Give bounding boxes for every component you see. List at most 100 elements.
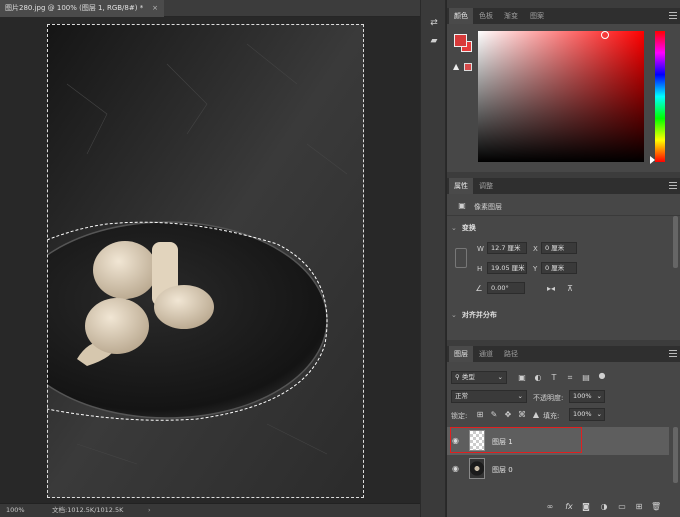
filter-pixel-icon[interactable]: ▣ bbox=[517, 373, 527, 383]
tab-layers[interactable]: 图层 bbox=[449, 346, 473, 362]
tab-adjustments[interactable]: 调整 bbox=[474, 178, 498, 194]
document-canvas[interactable] bbox=[47, 24, 364, 498]
lock-paint-icon[interactable]: ✎ bbox=[489, 410, 499, 420]
filter-adjustment-icon[interactable]: ◐ bbox=[533, 373, 543, 383]
filter-shape-icon[interactable]: ⌗ bbox=[565, 373, 575, 383]
layers-scrollbar[interactable] bbox=[673, 427, 678, 483]
foreground-color-swatch[interactable] bbox=[454, 34, 467, 47]
fx-icon[interactable]: fx bbox=[563, 502, 575, 512]
status-bar: 100% 文档:1012.5K/1012.5K › bbox=[0, 503, 420, 517]
align-section-title: 对齐并分布 bbox=[461, 311, 497, 319]
tab-color[interactable]: 颜色 bbox=[449, 8, 473, 24]
link-dimensions-icon[interactable] bbox=[455, 248, 467, 268]
lock-all-icon[interactable]: ▲ bbox=[531, 410, 541, 420]
opacity-value: 100% bbox=[573, 392, 592, 400]
filter-type-icon[interactable]: T bbox=[549, 373, 559, 383]
layers-bottom-toolbar: ∞ fx ◙ ◑ ▭ ⊞ 🗑 bbox=[447, 498, 680, 517]
lock-transparent-icon[interactable]: ⊞ bbox=[475, 410, 485, 420]
chevron-down-icon: ⌄ bbox=[596, 392, 602, 400]
document-tab[interactable]: 图片280.jpg @ 100% (图层 1, RGB/8#) * × bbox=[0, 0, 164, 17]
y-field[interactable]: 0 厘米 bbox=[541, 262, 577, 274]
width-field[interactable]: 12.7 厘米 bbox=[487, 242, 527, 254]
fill-label: 填充: bbox=[543, 412, 560, 420]
angle-icon: ∠ bbox=[475, 284, 483, 293]
link-icon[interactable]: ∞ bbox=[545, 502, 555, 512]
document-tab-bar: 图片280.jpg @ 100% (图层 1, RGB/8#) * × bbox=[0, 0, 420, 17]
eye-icon[interactable]: ◉ bbox=[452, 464, 464, 474]
chevron-down-icon: ⌄ bbox=[497, 373, 503, 381]
layers-panel-tabs: 图层 通道 路径 bbox=[447, 346, 680, 362]
chevron-down-icon: ⌄ bbox=[451, 311, 457, 319]
opacity-label: 不透明度: bbox=[533, 394, 564, 402]
color-picker-ring[interactable] bbox=[601, 31, 609, 39]
chevron-down-icon: ⌄ bbox=[596, 410, 602, 418]
panel-dock-strip: ⇄ ▰ bbox=[420, 0, 446, 517]
panel-menu-icon[interactable] bbox=[669, 182, 677, 189]
chevron-down-icon: ⌄ bbox=[517, 392, 523, 400]
y-label: Y bbox=[533, 265, 538, 273]
width-label: W bbox=[477, 245, 484, 253]
hue-slider-handle[interactable] bbox=[650, 156, 655, 164]
lock-position-icon[interactable]: ✥ bbox=[503, 410, 513, 420]
align-section-header[interactable]: ⌄ 对齐并分布 bbox=[451, 310, 497, 320]
properties-subtitle: 像素图层 bbox=[474, 203, 502, 211]
x-label: X bbox=[533, 245, 538, 253]
properties-header: ▣ 像素图层 bbox=[447, 194, 680, 216]
group-icon[interactable]: ▭ bbox=[617, 502, 627, 512]
trash-icon[interactable]: 🗑 bbox=[651, 502, 661, 512]
pixel-layer-icon: ▣ bbox=[458, 201, 466, 210]
filter-toggle-icon[interactable]: ● bbox=[597, 371, 607, 381]
adjustment-icon[interactable]: ◑ bbox=[599, 502, 609, 512]
gamut-warning-icon[interactable]: ▲ bbox=[453, 62, 459, 71]
search-icon: ⚲ bbox=[455, 373, 462, 381]
color-picker-field[interactable] bbox=[478, 31, 644, 162]
canvas-area[interactable] bbox=[0, 18, 420, 503]
status-menu-arrow-icon[interactable]: › bbox=[148, 504, 151, 517]
layer-filter-select[interactable]: ⚲ 类型 ⌄ bbox=[451, 371, 507, 384]
chevron-down-icon: ⌄ bbox=[451, 224, 457, 232]
properties-scrollbar[interactable] bbox=[673, 216, 678, 268]
layer-filter-label: 类型 bbox=[461, 373, 475, 381]
angle-field[interactable]: 0.00° bbox=[487, 282, 525, 294]
new-layer-icon[interactable]: ⊞ bbox=[634, 502, 644, 512]
history-icon[interactable]: ⇄ bbox=[426, 16, 442, 30]
canvas-selection-border bbox=[47, 24, 364, 498]
color-panel-tabs: 颜色 色板 渐变 图案 bbox=[447, 8, 680, 24]
properties-panel-tabs: 属性 调整 bbox=[447, 178, 680, 194]
fill-field[interactable]: 100% ⌄ bbox=[569, 408, 605, 421]
zoom-level[interactable]: 100% bbox=[6, 504, 25, 517]
tab-paths[interactable]: 路径 bbox=[499, 346, 523, 362]
hue-slider-strip[interactable] bbox=[655, 31, 665, 162]
height-field[interactable]: 19.05 厘米 bbox=[487, 262, 527, 274]
blend-mode-value: 正常 bbox=[455, 392, 468, 400]
x-field[interactable]: 0 厘米 bbox=[541, 242, 577, 254]
layer-name[interactable]: 图层 0 bbox=[492, 465, 513, 475]
lock-artboard-icon[interactable]: ⌘ bbox=[517, 410, 527, 420]
layer-thumbnail bbox=[469, 458, 485, 479]
filter-smart-object-icon[interactable]: ▤ bbox=[581, 373, 591, 383]
lock-label: 锁定: bbox=[451, 412, 468, 420]
tab-swatches[interactable]: 色板 bbox=[474, 8, 498, 24]
mask-icon[interactable]: ◙ bbox=[581, 502, 591, 512]
tab-patterns[interactable]: 图案 bbox=[525, 8, 549, 24]
panel-menu-icon[interactable] bbox=[669, 12, 677, 19]
document-size-info[interactable]: 文档:1012.5K/1012.5K bbox=[52, 504, 123, 517]
tab-channels[interactable]: 通道 bbox=[474, 346, 498, 362]
panel-menu-icon[interactable] bbox=[669, 350, 677, 357]
tab-gradients[interactable]: 渐变 bbox=[499, 8, 523, 24]
tab-properties[interactable]: 属性 bbox=[449, 178, 473, 194]
selected-layer-highlight bbox=[450, 427, 582, 453]
flip-horizontal-icon[interactable]: ▸◂ bbox=[545, 284, 557, 294]
comments-icon[interactable]: ▰ bbox=[426, 34, 442, 48]
blend-mode-select[interactable]: 正常 ⌄ bbox=[451, 390, 527, 403]
close-icon[interactable]: × bbox=[152, 0, 158, 17]
transform-section-title: 变换 bbox=[461, 224, 476, 232]
layer-row[interactable]: ◉ 图层 0 bbox=[447, 455, 669, 483]
flip-vertical-icon[interactable]: ⊼ bbox=[564, 284, 576, 294]
fill-value: 100% bbox=[573, 410, 592, 418]
gamut-color-swatch[interactable] bbox=[464, 63, 472, 71]
document-tab-title: 图片280.jpg @ 100% (图层 1, RGB/8#) * bbox=[5, 4, 144, 12]
height-label: H bbox=[477, 265, 483, 273]
opacity-field[interactable]: 100% ⌄ bbox=[569, 390, 605, 403]
transform-section-header[interactable]: ⌄ 变换 bbox=[451, 223, 476, 233]
